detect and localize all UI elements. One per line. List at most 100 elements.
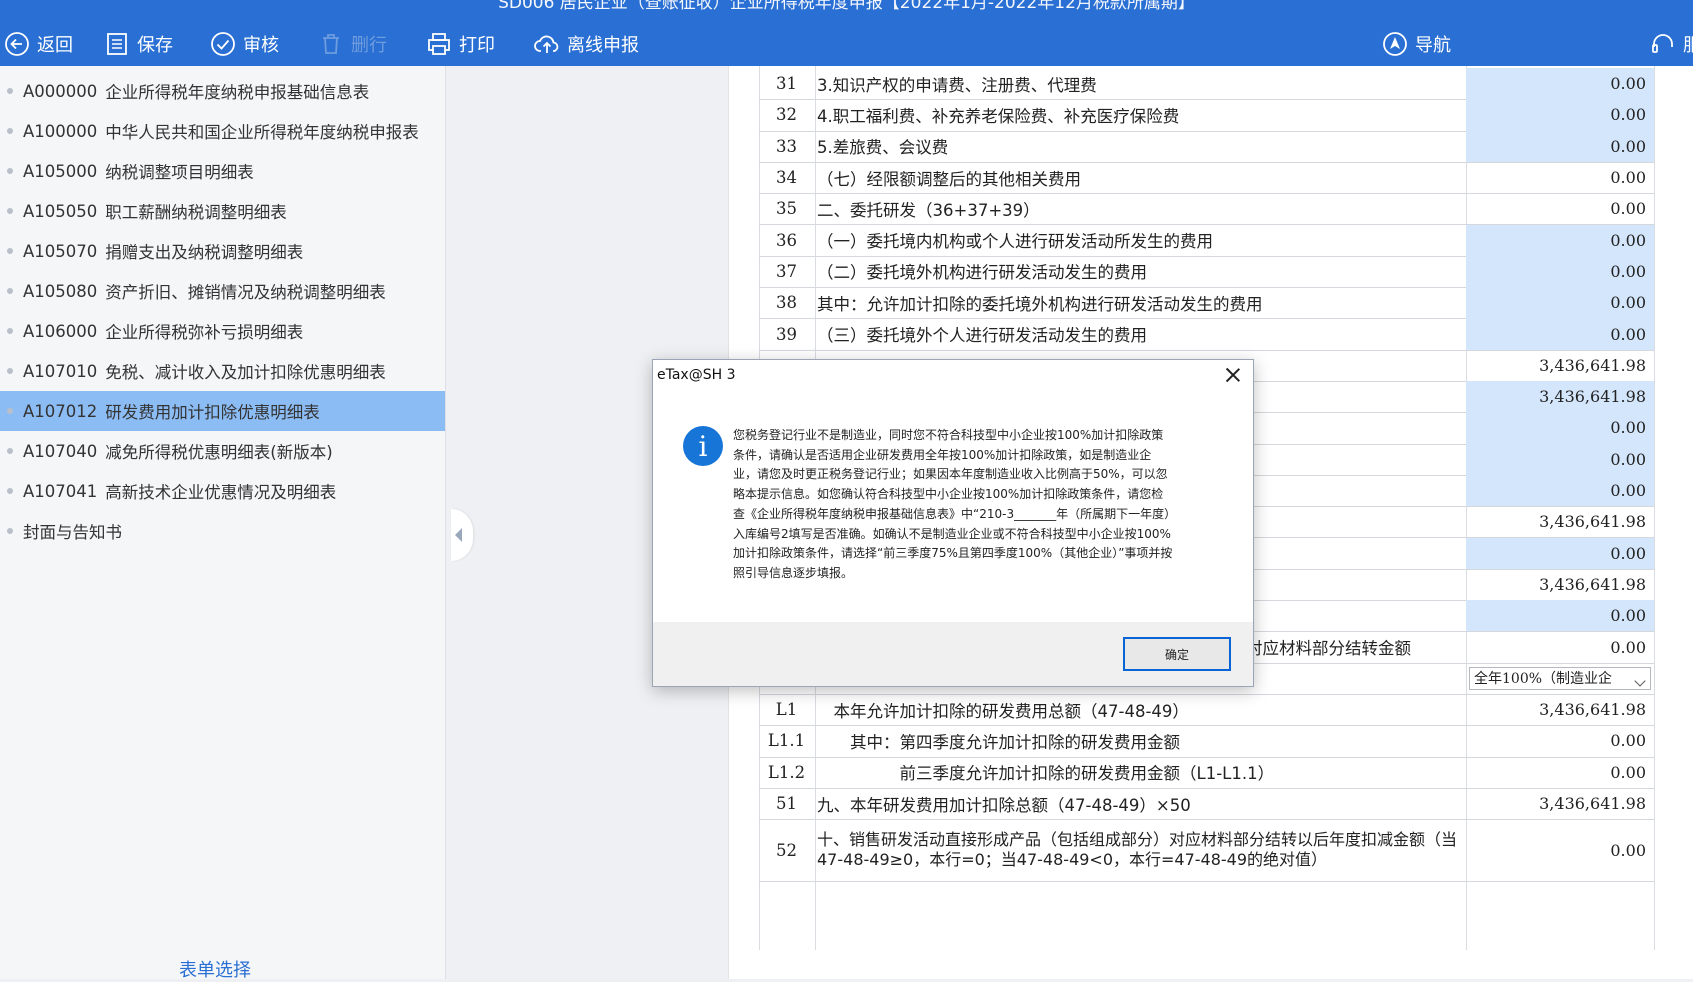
row-number: L1.2 — [767, 762, 806, 782]
row-label: （七）经限额调整后的其他相关费用 — [817, 169, 1081, 189]
printer-icon — [428, 33, 450, 55]
table-row: 34 （七）经限额调整后的其他相关费用 0.00 — [759, 162, 1654, 195]
print-label: 打印 — [459, 35, 495, 56]
row-label: 十、销售研发活动直接形成产品（包括组成部分）对应材料部分结转以后年度扣减金额（当… — [817, 830, 1458, 870]
offline-declare-label: 离线申报 — [567, 35, 639, 56]
value-cell: 0.00 — [1610, 840, 1646, 860]
bullet-icon — [7, 128, 13, 134]
sidebar-item-A100000[interactable]: A100000 中华人民共和国企业所得税年度纳税申报表 — [0, 112, 445, 150]
sidebar-item-A105080[interactable]: A105080 资产折旧、摊销情况及纳税调整明细表 — [0, 272, 445, 310]
table-row: 37 （二）委托境外机构进行研发活动发生的费用 0.00 — [759, 255, 1654, 289]
save-button[interactable]: 保存 — [104, 26, 173, 62]
bullet-icon — [7, 448, 13, 454]
table-row: 31 3.知识产权的申请费、注册费、代理费 0.00 — [759, 68, 1654, 101]
form-select-link[interactable]: 表单选择 — [0, 956, 430, 982]
row-number: 34 — [776, 168, 797, 188]
value-input[interactable]: 0.00 — [1466, 130, 1654, 162]
offline-declare-button[interactable]: 离线申报 — [534, 26, 639, 62]
row-label: 4.职工福利费、补充养老保险费、补充医疗保险费 — [817, 106, 1180, 126]
calc-method-select[interactable]: 全年100%（制造业企 — [1466, 663, 1654, 694]
table-row: L1.1 其中：第四季度允许加计扣除的研发费用金额 0.00 — [759, 725, 1654, 758]
delete-row-label: 删行 — [351, 35, 387, 56]
row-label: （一）委托境内机构或个人进行研发活动所发生的费用 — [817, 232, 1213, 252]
print-button[interactable]: 打印 — [426, 26, 495, 62]
row-number: 52 — [776, 840, 797, 860]
value-cell: 0.00 — [1610, 637, 1646, 657]
row-label: 本年允许加计扣除的研发费用总额（47-48-49） — [817, 701, 1189, 721]
info-icon: i — [683, 426, 723, 466]
table-row: 33 5.差旅费、会议费 0.00 — [759, 130, 1654, 163]
row-label: 前三季度允许加计扣除的研发费用金额（L1-L1.1） — [817, 764, 1275, 784]
review-label: 审核 — [243, 35, 279, 56]
value-input[interactable]: 0.00 — [1466, 99, 1654, 131]
bullet-icon — [7, 88, 13, 94]
row-number: 35 — [776, 199, 797, 219]
sidebar-item-A107040[interactable]: A107040 减免所得税优惠明细表(新版本) — [0, 432, 445, 470]
dialog-title: eTax@SH 3 — [657, 367, 736, 383]
value-input[interactable]: 0.00 — [1466, 537, 1654, 569]
value-input[interactable]: 0.00 — [1466, 412, 1654, 444]
sidebar-item-A106000[interactable]: A106000 企业所得税弥补亏损明细表 — [0, 312, 445, 350]
value-cell: 3,436,641.98 — [1539, 512, 1646, 532]
service-label: 服 — [1683, 35, 1693, 56]
review-button[interactable]: 审核 — [210, 26, 279, 62]
sidebar-collapse-handle[interactable] — [451, 509, 473, 561]
row-label: 5.差旅费、会议费 — [817, 138, 949, 158]
back-button[interactable]: 返回 — [4, 26, 73, 62]
sidebar-item-A107010[interactable]: A107010 免税、减计收入及加计扣除优惠明细表 — [0, 352, 445, 390]
service-button[interactable]: 服 — [1650, 26, 1693, 62]
table-row: 52 十、销售研发活动直接形成产品（包括组成部分）对应材料部分结转以后年度扣减金额… — [759, 819, 1654, 883]
nav-button[interactable]: 导航 — [1382, 26, 1451, 62]
row-number: 39 — [776, 324, 797, 344]
ok-button[interactable]: 确定 — [1123, 637, 1231, 671]
value-cell: 0.00 — [1610, 199, 1646, 219]
table-row: L1 本年允许加计扣除的研发费用总额（47-48-49） 3,436,641.98 — [759, 694, 1654, 727]
value-cell: 3,436,641.98 — [1539, 794, 1646, 814]
row-label: 其中：允许加计扣除的委托境外机构进行研发活动发生的费用 — [817, 294, 1263, 314]
sidebar-item-A105050[interactable]: A105050 职工薪酬纳税调整明细表 — [0, 192, 445, 230]
app-title: SD006 居民企业（查账征收）企业所得税年度申报【2022年1月-2022年1… — [498, 0, 1195, 13]
value-input[interactable]: 0.00 — [1466, 318, 1654, 350]
value-cell: 3,436,641.98 — [1539, 355, 1646, 375]
value-cell: 3,436,641.98 — [1539, 700, 1646, 720]
value-input[interactable]: 0.00 — [1466, 474, 1654, 507]
bullet-icon — [7, 208, 13, 214]
bullet-icon — [7, 248, 13, 254]
save-icon — [107, 33, 127, 55]
value-input[interactable]: 0.00 — [1466, 443, 1654, 475]
back-label: 返回 — [37, 35, 73, 56]
row-number: 32 — [776, 105, 797, 125]
row-number: 37 — [776, 261, 797, 281]
bullet-icon — [7, 288, 13, 294]
row-number: 38 — [776, 293, 797, 313]
top-toolbar: SD006 居民企业（查账征收）企业所得税年度申报【2022年1月-2022年1… — [0, 0, 1693, 66]
bullet-icon — [7, 528, 13, 534]
trash-icon — [323, 34, 339, 54]
row-number: 36 — [776, 230, 797, 250]
table-row: 38 其中：允许加计扣除的委托境外机构进行研发活动发生的费用 0.00 — [759, 287, 1654, 320]
row-label: 3.知识产权的申请费、注册费、代理费 — [817, 75, 1097, 95]
value-input[interactable]: 0.00 — [1466, 600, 1654, 632]
sidebar-item-cover[interactable]: 封面与告知书 — [0, 512, 445, 550]
value-input[interactable]: 0.00 — [1466, 287, 1654, 319]
close-icon[interactable] — [1223, 365, 1243, 385]
save-label: 保存 — [137, 35, 173, 56]
row-number: 51 — [776, 794, 797, 814]
value-input[interactable]: 0.00 — [1466, 255, 1654, 288]
value-input[interactable]: 3,436,641.98 — [1466, 381, 1654, 413]
row-label: （三）委托境外个人进行研发活动发生的费用 — [817, 326, 1147, 346]
table-row: 36 （一）委托境内机构或个人进行研发活动所发生的费用 0.00 — [759, 224, 1654, 257]
sidebar-item-A107041[interactable]: A107041 高新技术企业优惠情况及明细表 — [0, 472, 445, 510]
row-number: L1.1 — [767, 731, 806, 751]
delete-row-button[interactable]: 删行 — [318, 26, 387, 62]
navigation-icon — [1383, 32, 1407, 56]
row-label: 九、本年研发费用加计扣除总额（47-48-49）×50 — [817, 795, 1191, 815]
sidebar-item-A105000[interactable]: A105000 纳税调整项目明细表 — [0, 152, 445, 190]
select-value[interactable]: 全年100%（制造业企 — [1469, 666, 1651, 690]
value-input[interactable]: 0.00 — [1466, 224, 1654, 256]
sidebar-item-A105070[interactable]: A105070 捐赠支出及纳税调整明细表 — [0, 232, 445, 270]
sidebar-item-A000000[interactable]: A000000 企业所得税年度纳税申报基础信息表 — [0, 72, 445, 110]
value-cell: 0.00 — [1610, 168, 1646, 188]
sidebar-item-A107012[interactable]: A107012 研发费用加计扣除优惠明细表 — [0, 391, 445, 431]
value-input[interactable]: 0.00 — [1466, 68, 1654, 100]
